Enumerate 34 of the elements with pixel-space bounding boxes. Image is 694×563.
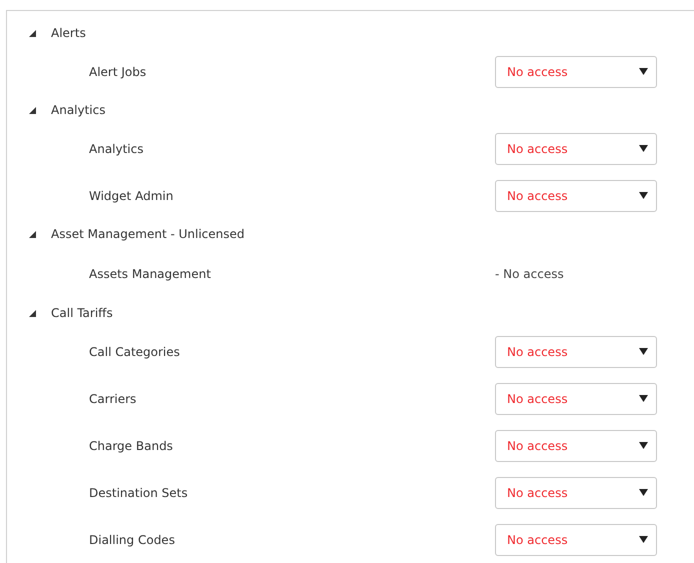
permission-label: Destination Sets <box>89 486 189 500</box>
permission-label: Dialling Codes <box>89 532 176 546</box>
collapse-icon[interactable] <box>29 30 36 36</box>
access-dropdown[interactable]: No access <box>495 56 657 88</box>
access-dropdown[interactable]: No access <box>495 430 657 462</box>
access-dropdown[interactable]: No access <box>495 180 657 212</box>
permission-label: Analytics <box>89 142 144 156</box>
permission-label: Widget Admin <box>89 188 174 202</box>
permission-label: Assets Management <box>89 266 212 280</box>
caret-icon <box>639 489 648 496</box>
caret-icon <box>639 442 648 449</box>
permission-label: Charge Bands <box>89 438 174 452</box>
group-label: Analytics <box>51 103 106 117</box>
access-text: - No access <box>495 266 564 280</box>
access-dropdown[interactable]: No access <box>495 524 657 556</box>
group-label: Alerts <box>51 26 86 40</box>
caret-icon <box>639 68 648 75</box>
permission-label: Call Categories <box>89 344 181 358</box>
group-label: Asset Management - Unlicensed <box>51 227 245 241</box>
caret-icon <box>639 145 648 152</box>
access-dropdown[interactable]: No access <box>495 132 657 164</box>
collapse-icon[interactable] <box>29 230 36 238</box>
caret-icon <box>639 348 648 355</box>
permission-label: Alert Jobs <box>89 64 148 78</box>
caret-icon <box>639 192 648 199</box>
access-dropdown[interactable]: No access <box>495 382 657 414</box>
collapse-icon[interactable] <box>29 106 36 114</box>
collapse-icon[interactable] <box>29 310 36 316</box>
caret-icon <box>639 536 648 543</box>
caret-icon <box>639 395 648 402</box>
permission-label: Carriers <box>89 392 138 406</box>
access-dropdown[interactable]: No access <box>495 336 657 368</box>
access-dropdown[interactable]: No access <box>495 476 657 508</box>
group-label: Call Tariffs <box>51 306 113 320</box>
